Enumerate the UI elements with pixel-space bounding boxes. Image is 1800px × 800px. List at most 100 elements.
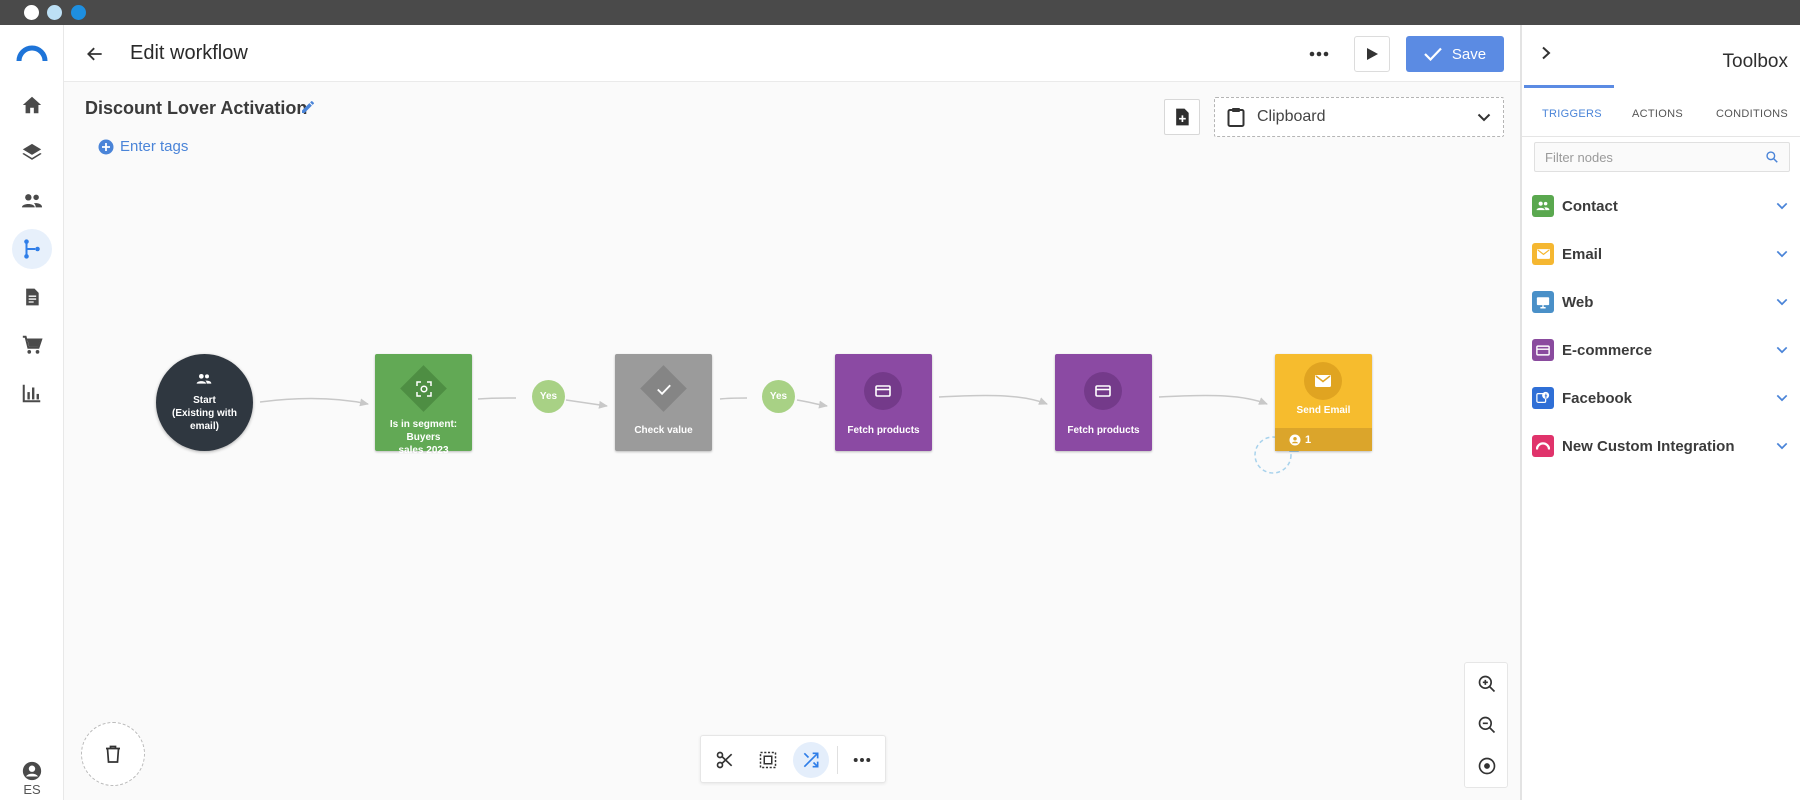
reports-icon[interactable] [12, 373, 52, 413]
zoom-out-icon [1478, 716, 1496, 734]
chevron-down-icon [1776, 250, 1788, 258]
chevron-down-icon [1776, 298, 1788, 306]
chevron-down-icon [1776, 346, 1788, 354]
yes-branch-badge: Yes [762, 380, 795, 413]
segment-target-icon [413, 378, 435, 400]
connector-fetch1-fetch2 [938, 394, 1048, 405]
toolbox-title: Toolbox [1722, 51, 1789, 72]
save-button-label: Save [1451, 45, 1487, 63]
category-label: New Custom Integration [1562, 437, 1735, 455]
fetch-node-label: Fetch products [847, 425, 920, 436]
center-view-button[interactable] [1472, 751, 1502, 781]
fetch-products-node[interactable]: Fetch products [1055, 354, 1152, 451]
connector-fetch2-email [1158, 394, 1268, 405]
select-all-button[interactable] [750, 742, 786, 778]
user-circle-icon [1289, 434, 1301, 445]
send-email-node[interactable]: Send Email 1 [1275, 354, 1372, 451]
zoom-out-button[interactable] [1472, 710, 1502, 740]
category-email[interactable]: Email [1522, 234, 1800, 274]
start-node[interactable]: Start (Existing with email) [156, 354, 253, 451]
add-note-button[interactable] [1164, 99, 1200, 135]
window-close-dot[interactable] [24, 5, 39, 20]
play-icon [1367, 48, 1378, 60]
email-icon [1536, 249, 1550, 259]
check-value-node[interactable]: Check value [615, 354, 712, 451]
filter-nodes-field [1534, 142, 1790, 172]
start-node-label: Start (Existing with email) [172, 395, 237, 432]
canvas-toolbar [700, 735, 886, 783]
more-options-button[interactable] [844, 742, 880, 778]
delete-drop-zone[interactable] [81, 722, 145, 786]
pencil-icon[interactable] [300, 99, 316, 115]
contact-count: 1 [1305, 433, 1312, 446]
workflow-icon[interactable] [12, 229, 52, 269]
chevron-down-icon [1776, 442, 1788, 450]
chevron-down-icon [1477, 113, 1491, 121]
home-icon[interactable] [12, 85, 52, 125]
more-options-button[interactable] [1304, 39, 1334, 69]
window-maximize-dot[interactable] [71, 5, 86, 20]
select-all-icon [759, 751, 777, 769]
segment-node-label: Is in segment: Buyers sales 2023 [389, 419, 458, 456]
category-label: Email [1562, 245, 1603, 263]
window-minimize-dot[interactable] [47, 5, 62, 20]
workflow-canvas[interactable]: Discount Lover Activation Enter tags Cli… [64, 82, 1520, 800]
window-titlebar [0, 0, 1800, 25]
category-new-custom-integration[interactable]: New Custom Integration [1522, 426, 1800, 466]
facebook-icon [1536, 391, 1550, 403]
save-button[interactable]: Save [1406, 36, 1504, 72]
tab-triggers[interactable]: TRIGGERS [1542, 108, 1602, 120]
category-label: E-commerce [1562, 341, 1653, 359]
clipboard-dropdown[interactable]: Clipboard [1214, 97, 1504, 137]
filter-nodes-input[interactable] [1535, 143, 1755, 171]
auto-arrange-button[interactable] [793, 742, 829, 778]
shuffle-icon [803, 752, 819, 768]
app-logo[interactable] [16, 43, 48, 63]
card-icon [1536, 344, 1550, 356]
back-button[interactable] [80, 39, 110, 69]
category-label: Facebook [1562, 389, 1633, 407]
category-label: Web [1562, 293, 1594, 311]
toolbox-tabs: TRIGGERS ACTIONS CONDITIONS [1522, 85, 1800, 137]
cut-button[interactable] [707, 742, 743, 778]
fetch-products-node[interactable]: Fetch products [835, 354, 932, 451]
zoom-in-button[interactable] [1472, 669, 1502, 699]
email-icon [1315, 375, 1331, 387]
tab-conditions[interactable]: CONDITIONS [1716, 108, 1788, 120]
layers-icon[interactable] [12, 133, 52, 173]
category-label: Contact [1562, 197, 1618, 215]
cart-icon[interactable] [12, 325, 52, 365]
contacts-icon[interactable] [12, 181, 52, 221]
category-facebook[interactable]: Facebook [1522, 378, 1800, 418]
language-label[interactable]: ES [0, 782, 64, 797]
trash-icon [106, 745, 120, 763]
document-icon[interactable] [12, 277, 52, 317]
connector-start-segment [259, 397, 369, 407]
toolbox-panel: Toolbox TRIGGERS ACTIONS CONDITIONS Cont… [1520, 25, 1800, 800]
chevron-down-icon [1776, 394, 1788, 402]
enter-tags-link[interactable]: Enter tags [98, 138, 188, 155]
connector-check-yes [719, 397, 748, 400]
category-contact[interactable]: Contact [1522, 186, 1800, 226]
check-icon [1424, 47, 1442, 61]
note-add-icon [1176, 108, 1189, 126]
category-ecommerce[interactable]: E-commerce [1522, 330, 1800, 370]
clipboard-icon [1227, 108, 1245, 127]
category-web[interactable]: Web [1522, 282, 1800, 322]
arrow-left-icon [87, 47, 102, 61]
collapse-toolbox-button[interactable] [1534, 41, 1558, 65]
search-icon[interactable] [1765, 150, 1779, 164]
connector-yes-fetch1 [796, 399, 828, 409]
user-avatar-icon[interactable] [21, 760, 43, 782]
contact-counter[interactable]: 1 [1275, 428, 1372, 451]
monitor-icon [1536, 296, 1550, 308]
more-horizontal-icon [853, 758, 871, 762]
segment-condition-node[interactable]: Is in segment: Buyers sales 2023 [375, 354, 472, 456]
yes-branch-badge: Yes [532, 380, 565, 413]
active-tab-indicator [1524, 85, 1614, 88]
tab-actions[interactable]: ACTIONS [1632, 108, 1683, 120]
check-node-label: Check value [634, 425, 693, 436]
connector-yes-check [565, 399, 608, 409]
workflow-name: Discount Lover Activation [85, 98, 308, 118]
test-run-button[interactable] [1354, 36, 1390, 72]
